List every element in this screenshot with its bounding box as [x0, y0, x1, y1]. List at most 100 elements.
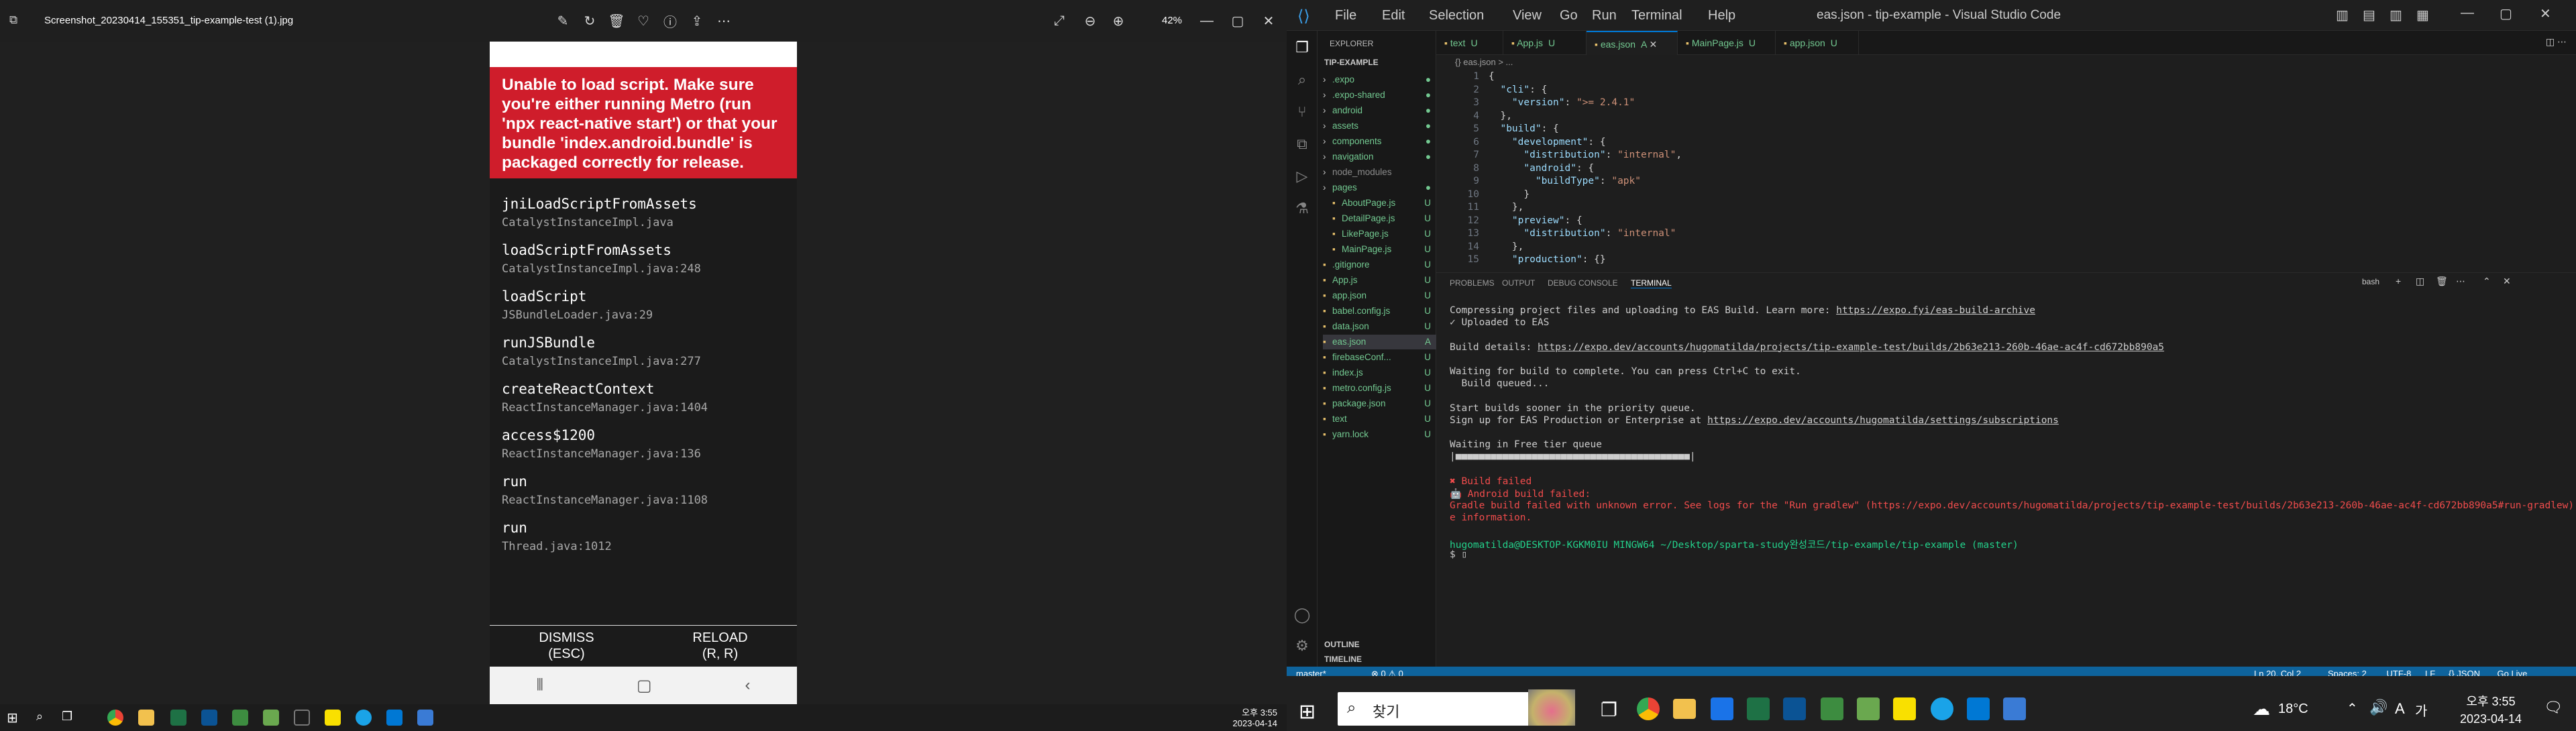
menu-file[interactable]: File — [1335, 8, 1356, 23]
app-icon[interactable] — [294, 710, 310, 726]
explorer-item[interactable]: ▪ text U — [1323, 412, 1436, 427]
close-icon[interactable]: ✕ — [2540, 5, 2551, 22]
explorer-item[interactable]: ▪ MainPage.js U — [1332, 242, 1436, 257]
tab-eas-json[interactable]: ▪ eas.json A ✕ — [1587, 31, 1678, 55]
layout-sidebar-icon[interactable]: ▥ — [2336, 7, 2349, 23]
maximize-icon[interactable]: ▢ — [1226, 9, 1249, 32]
explorer-item[interactable]: › navigation ● — [1323, 150, 1436, 164]
photos-icon[interactable] — [2003, 697, 2026, 720]
panel-tab-terminal[interactable]: TERMINAL — [1631, 278, 1672, 288]
vscode-icon[interactable] — [386, 710, 402, 726]
run-debug-icon[interactable]: ▷ — [1292, 168, 1312, 188]
volume-icon[interactable]: 🔊 — [2369, 699, 2387, 716]
reload-button[interactable]: RELOAD (R, R) — [643, 626, 797, 664]
explorer-item[interactable]: ▪ app.json U — [1323, 288, 1436, 303]
edge-icon[interactable] — [1931, 697, 1953, 720]
layout-panel-icon[interactable]: ▤ — [2363, 7, 2375, 23]
extensions-icon[interactable]: ⧉ — [1292, 135, 1312, 156]
panel-tab-output[interactable]: OUTPUT — [1502, 278, 1535, 288]
terminal-shell-label[interactable]: bash — [2362, 277, 2379, 286]
file-explorer-icon[interactable] — [1673, 699, 1696, 719]
explorer-item[interactable]: ▪ App.js U — [1323, 273, 1436, 288]
taskbar-clock[interactable]: 오후 3:55 2023-04-14 — [2454, 692, 2528, 726]
add-terminal-icon[interactable]: + — [2396, 276, 2401, 286]
explorer-item[interactable]: ▪ firebaseConf... U — [1323, 350, 1436, 365]
photos-icon[interactable] — [417, 710, 433, 726]
tray-chevron-icon[interactable]: ⌃ — [2347, 700, 2358, 717]
expand-icon[interactable]: ⤢ — [1048, 9, 1071, 32]
delete-icon[interactable]: 🗑 — [605, 9, 628, 32]
explorer-item[interactable]: › .expo-shared ● — [1323, 88, 1436, 103]
app-icon[interactable] — [263, 710, 279, 726]
taskview-icon[interactable]: ❐ — [62, 710, 72, 724]
explorer-item[interactable]: ▪ eas.json A — [1323, 335, 1436, 349]
excel-icon[interactable] — [1747, 697, 1770, 720]
explorer-item[interactable]: ▪ metro.config.js U — [1323, 381, 1436, 396]
zoom-in-icon[interactable]: ⊕ — [1107, 9, 1130, 32]
kill-terminal-icon[interactable]: 🗑 — [2436, 276, 2448, 287]
split-editor-icon[interactable]: ◫ ⋯ — [2546, 36, 2567, 48]
notification-icon[interactable]: 🗨 — [2544, 699, 2563, 716]
chrome-icon[interactable] — [1637, 697, 1660, 720]
info-icon[interactable]: ⓘ — [659, 9, 682, 32]
tab-mainpage-js[interactable]: ▪ MainPage.js U — [1678, 31, 1776, 55]
explorer-item[interactable]: ▪ yarn.lock U — [1323, 427, 1436, 442]
source-control-icon[interactable]: ⑂ — [1292, 103, 1312, 123]
maximize-panel-icon[interactable]: ⌃ — [2483, 276, 2491, 287]
project-root[interactable]: TIP-EXAMPLE — [1324, 58, 1379, 67]
customize-layout-icon[interactable]: ▦ — [2416, 7, 2429, 23]
vscode-icon[interactable] — [1967, 697, 1990, 720]
explorer-item[interactable]: ▪ .gitignore U — [1323, 258, 1436, 272]
favorite-icon[interactable]: ♡ — [632, 9, 655, 32]
cube-icon[interactable] — [1821, 697, 1843, 720]
explorer-item[interactable]: ▪ data.json U — [1323, 319, 1436, 334]
tab-app-js[interactable]: ▪ App.js U — [1503, 31, 1587, 55]
excel-icon[interactable] — [170, 710, 186, 726]
folder-icon[interactable] — [138, 710, 154, 726]
edit-icon[interactable]: ✎ — [551, 9, 574, 32]
outline-section[interactable]: OUTLINE — [1324, 640, 1360, 649]
tab-app-json[interactable]: ▪ app.json U — [1776, 31, 1859, 55]
layout-secondary-icon[interactable]: ▥ — [2390, 7, 2402, 23]
terminal-link[interactable]: https://expo.dev/accounts/hugomatilda/pr… — [1538, 342, 2164, 353]
explorer-item[interactable]: ▪ babel.config.js U — [1323, 304, 1436, 319]
start-icon[interactable]: ⊞ — [7, 710, 18, 726]
explorer-icon[interactable]: ❐ — [1292, 39, 1312, 59]
menu-terminal[interactable]: Terminal — [1631, 8, 1682, 23]
testing-icon[interactable]: ⚗ — [1292, 200, 1312, 220]
account-icon[interactable]: ◯ — [1292, 606, 1312, 626]
app-icon[interactable] — [1857, 697, 1880, 720]
explorer-item[interactable]: › components ● — [1323, 134, 1436, 149]
more-icon[interactable]: ⋯ — [712, 9, 735, 32]
recents-icon[interactable]: ⦀ — [536, 676, 543, 695]
weather-icon[interactable]: ☁ — [2253, 699, 2270, 720]
close-icon[interactable]: ✕ — [1257, 9, 1280, 32]
start-icon[interactable]: ⊞ — [1299, 700, 1316, 724]
app-icon[interactable] — [1783, 697, 1806, 720]
terminal-link[interactable]: https://expo.dev/accounts/hugomatilda/se… — [1707, 415, 2059, 426]
menu-run[interactable]: Run — [1592, 8, 1617, 23]
explorer-item[interactable]: › node_modules — [1323, 165, 1436, 180]
cube-icon[interactable] — [232, 710, 248, 726]
back-icon[interactable]: ‹ — [745, 676, 751, 695]
chrome-icon[interactable] — [107, 710, 123, 726]
share-icon[interactable]: ⇪ — [686, 9, 708, 32]
panel-tab-problems[interactable]: PROBLEMS — [1450, 278, 1495, 288]
split-terminal-icon[interactable]: ◫ — [2416, 276, 2424, 287]
explorer-item[interactable]: › .expo ● — [1323, 72, 1436, 87]
menu-selection[interactable]: Selection — [1429, 8, 1484, 23]
close-panel-icon[interactable]: ✕ — [2503, 276, 2511, 287]
menu-help[interactable]: Help — [1708, 8, 1735, 23]
kakaotalk-icon[interactable] — [325, 710, 341, 726]
menu-go[interactable]: Go — [1560, 8, 1578, 23]
task-view-icon[interactable]: ❐ — [1601, 699, 1617, 721]
ime-indicator[interactable]: 가 — [2415, 700, 2427, 720]
minimize-icon[interactable]: — — [1195, 9, 1218, 32]
maximize-icon[interactable]: ▢ — [2500, 5, 2512, 22]
search-icon[interactable]: ⌕ — [1292, 71, 1312, 91]
search-icon[interactable]: ⌕ — [36, 710, 43, 724]
tab-text[interactable]: ▪ text U — [1436, 31, 1503, 55]
timeline-section[interactable]: TIMELINE — [1324, 655, 1362, 664]
terminal-link[interactable]: https://expo.fyi/eas-build-archive — [1836, 305, 2035, 316]
panel-tab-debug-console[interactable]: DEBUG CONSOLE — [1548, 278, 1618, 288]
